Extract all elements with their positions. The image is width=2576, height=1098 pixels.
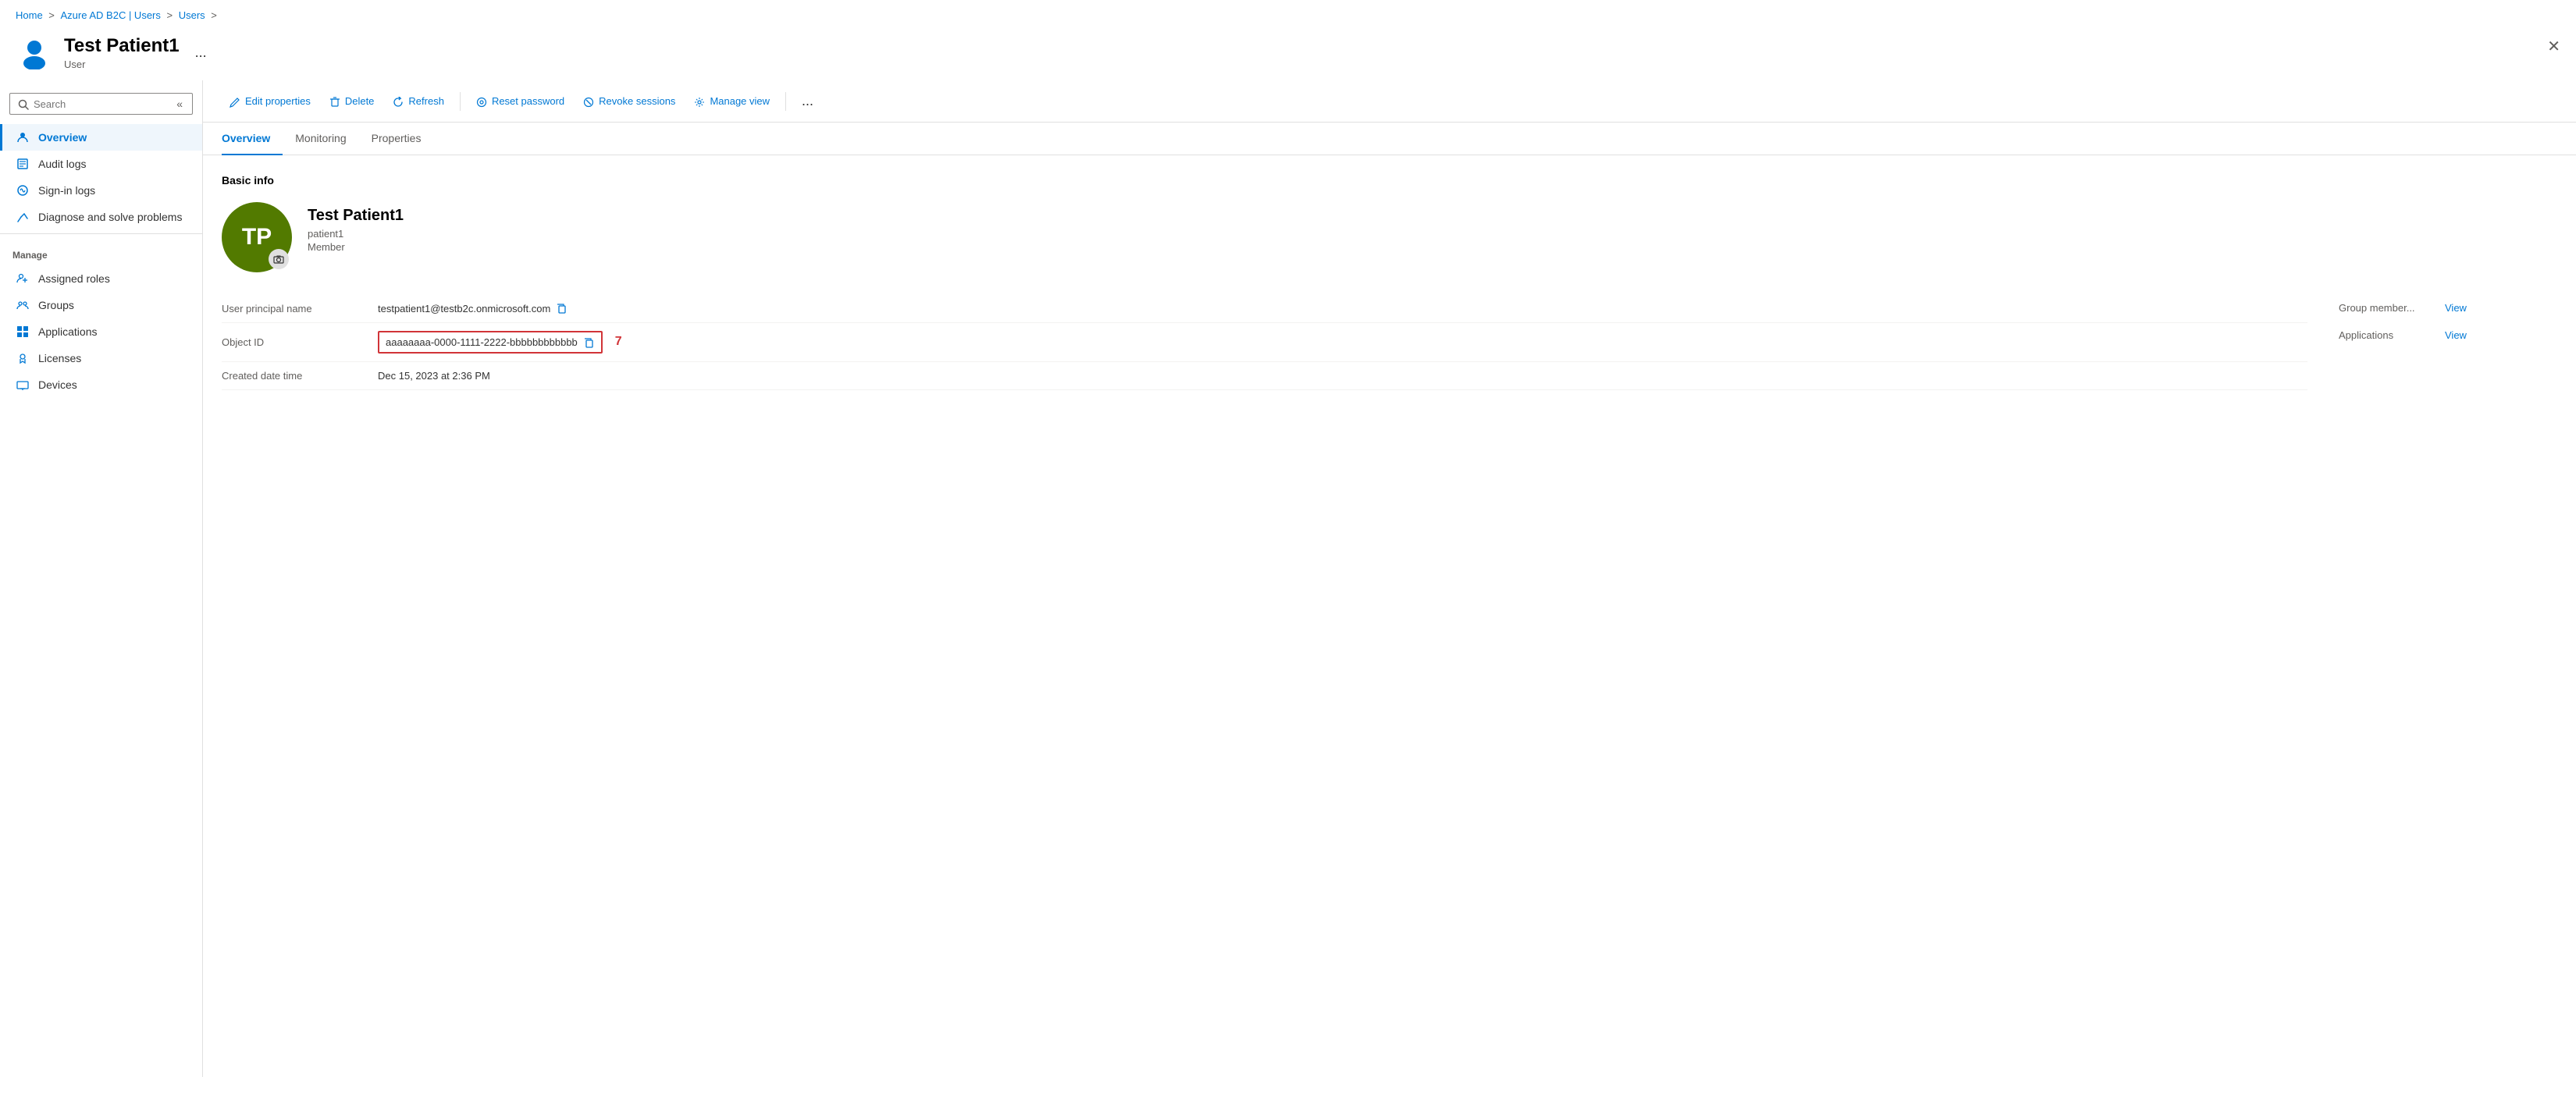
edit-icon	[229, 94, 240, 107]
assigned-roles-icon	[15, 272, 30, 285]
object-id-box: aaaaaaaa-0000-1111-2222-bbbbbbbbbbbb	[378, 331, 603, 353]
collapse-button[interactable]: «	[175, 98, 184, 110]
sidebar-item-assigned-roles[interactable]: Assigned roles	[0, 265, 202, 292]
content-area: Edit properties Delete	[203, 80, 2576, 1077]
sidebar-item-diagnose[interactable]: Diagnose and solve problems	[0, 204, 202, 230]
sidebar-item-devices-label: Devices	[38, 378, 77, 391]
user-avatar: TP	[222, 202, 292, 272]
group-member-label: Group member...	[2339, 302, 2432, 314]
revoke-sessions-button[interactable]: Revoke sessions	[575, 90, 683, 112]
sidebar: « Overview Audit logs	[0, 80, 203, 1077]
reset-password-button[interactable]: Reset password	[468, 90, 572, 112]
tabs: Overview Monitoring Properties	[203, 123, 2576, 155]
user-email: patient1	[308, 228, 404, 240]
revoke-sessions-icon	[583, 94, 594, 107]
tab-overview[interactable]: Overview	[222, 123, 283, 155]
devices-icon	[15, 378, 30, 391]
manage-view-button[interactable]: Manage view	[686, 90, 777, 112]
user-display-name: Test Patient1	[308, 207, 404, 225]
edit-properties-button[interactable]: Edit properties	[222, 90, 318, 112]
search-icon	[18, 98, 29, 110]
close-button[interactable]: ✕	[2547, 37, 2560, 56]
breadcrumb-tenant[interactable]: Azure AD B2C | Users	[61, 9, 161, 21]
header-ellipsis-button[interactable]: ...	[190, 43, 212, 62]
object-id-label: Object ID	[222, 336, 378, 348]
user-principal-name-row: User principal name testpatient1@testb2c…	[222, 294, 2307, 323]
created-date-row: Created date time Dec 15, 2023 at 2:36 P…	[222, 362, 2307, 390]
user-principal-name-value: testpatient1@testb2c.onmicrosoft.com	[378, 302, 568, 314]
reset-password-icon	[476, 94, 487, 107]
sidebar-item-diagnose-label: Diagnose and solve problems	[38, 211, 182, 223]
manage-section-label: Manage	[0, 237, 202, 265]
tab-properties[interactable]: Properties	[359, 123, 434, 155]
toolbar: Edit properties Delete	[203, 80, 2576, 123]
sidebar-item-applications-label: Applications	[38, 325, 98, 338]
sidebar-item-audit-logs-label: Audit logs	[38, 158, 86, 170]
toolbar-more-button[interactable]: ...	[794, 88, 821, 114]
applications-icon	[15, 325, 30, 338]
object-id-value: aaaaaaaa-0000-1111-2222-bbbbbbbbbbbb 7	[378, 331, 622, 353]
info-col-left: User principal name testpatient1@testb2c…	[222, 294, 2307, 390]
user-card: TP Test Patient1 patient1 Member	[222, 202, 2557, 272]
title-area: Test Patient1 User	[64, 35, 180, 70]
created-date-label: Created date time	[222, 370, 378, 382]
toolbar-separator-2	[785, 92, 786, 111]
copy-upn-button[interactable]	[557, 302, 568, 314]
header-avatar-icon	[16, 34, 53, 71]
refresh-icon	[393, 94, 404, 107]
user-info-text: Test Patient1 patient1 Member	[308, 202, 404, 253]
basic-info-label: Basic info	[222, 174, 2557, 187]
breadcrumb-home[interactable]: Home	[16, 9, 43, 21]
audit-logs-icon	[15, 158, 30, 170]
content-body: Basic info TP Test Patient1 patient	[203, 155, 2576, 409]
info-col-right: Group member... View Applications View	[2339, 294, 2557, 390]
breadcrumb-users[interactable]: Users	[179, 9, 205, 21]
sidebar-item-overview[interactable]: Overview	[0, 124, 202, 151]
created-date-value: Dec 15, 2023 at 2:36 PM	[378, 370, 490, 382]
applications-view-link[interactable]: View	[2445, 329, 2467, 341]
copy-object-id-button[interactable]	[584, 336, 595, 348]
sidebar-item-licenses-label: Licenses	[38, 352, 81, 364]
delete-icon	[329, 94, 340, 107]
group-member-view-link[interactable]: View	[2445, 302, 2467, 314]
group-member-row: Group member... View	[2339, 294, 2557, 322]
toolbar-separator-1	[460, 92, 461, 111]
diagnose-icon	[15, 211, 30, 223]
search-input[interactable]	[34, 98, 175, 110]
groups-icon	[15, 299, 30, 311]
sign-in-logs-icon	[15, 184, 30, 197]
user-role: Member	[308, 241, 404, 253]
sidebar-item-devices[interactable]: Devices	[0, 371, 202, 398]
applications-side-label: Applications	[2339, 329, 2432, 341]
main-layout: « Overview Audit logs	[0, 80, 2576, 1077]
applications-side-row: Applications View	[2339, 322, 2557, 349]
sidebar-divider	[0, 233, 202, 234]
overview-icon	[15, 131, 30, 144]
camera-badge-button[interactable]	[269, 249, 289, 269]
delete-button[interactable]: Delete	[322, 90, 382, 112]
sidebar-item-assigned-roles-label: Assigned roles	[38, 272, 110, 285]
tab-monitoring[interactable]: Monitoring	[283, 123, 358, 155]
refresh-button[interactable]: Refresh	[385, 90, 452, 112]
licenses-icon	[15, 352, 30, 364]
sidebar-item-licenses[interactable]: Licenses	[0, 345, 202, 371]
sidebar-item-overview-label: Overview	[38, 131, 87, 144]
manage-view-icon	[694, 94, 705, 107]
sidebar-item-sign-in-logs-label: Sign-in logs	[38, 184, 95, 197]
sidebar-item-audit-logs[interactable]: Audit logs	[0, 151, 202, 177]
sidebar-item-sign-in-logs[interactable]: Sign-in logs	[0, 177, 202, 204]
page-subtitle: User	[64, 59, 180, 70]
search-box[interactable]: «	[9, 93, 193, 115]
sidebar-item-applications[interactable]: Applications	[0, 318, 202, 345]
sidebar-item-groups[interactable]: Groups	[0, 292, 202, 318]
breadcrumb: Home > Azure AD B2C | Users > Users >	[0, 0, 2576, 27]
sidebar-item-groups-label: Groups	[38, 299, 74, 311]
page-header: Test Patient1 User ... ✕	[0, 27, 2576, 80]
user-principal-name-label: User principal name	[222, 303, 378, 314]
object-id-badge: 7	[615, 335, 622, 349]
object-id-row: Object ID aaaaaaaa-0000-1111-2222-bbbbbb…	[222, 323, 2307, 361]
page-title: Test Patient1	[64, 35, 180, 57]
info-columns: User principal name testpatient1@testb2c…	[222, 294, 2557, 390]
